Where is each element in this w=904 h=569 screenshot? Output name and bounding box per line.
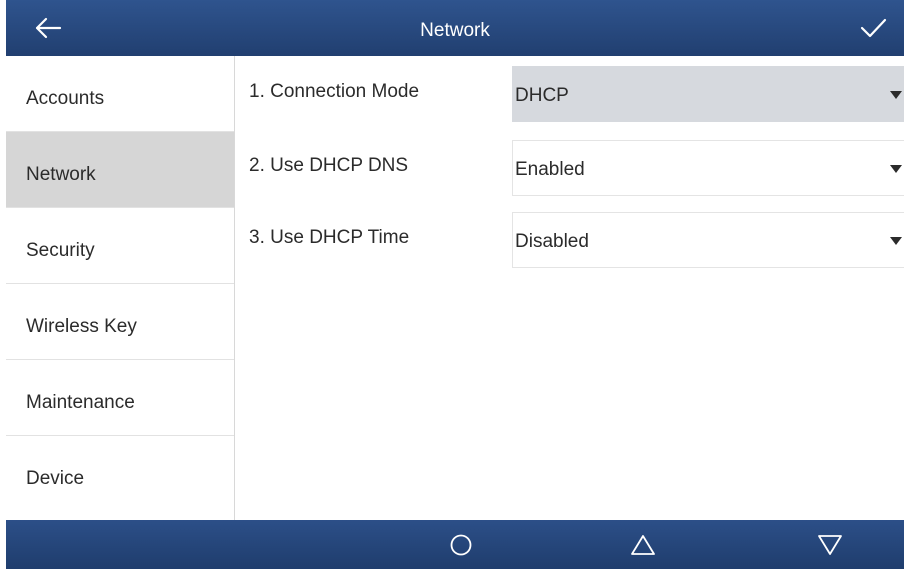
sidebar-item-accounts[interactable]: Accounts [6,56,234,132]
select-value: Enabled [515,159,585,180]
dropdown-arrow-icon [890,91,902,99]
setting-row-connection-mode: 1. Connection Mode DHCP [235,60,904,122]
use-dhcp-dns-select[interactable]: Enabled [512,140,904,196]
confirm-button[interactable] [852,8,894,48]
use-dhcp-time-select[interactable]: Disabled [512,212,904,268]
title-bar: Network [6,0,904,56]
dropdown-arrow-icon [890,237,902,245]
setting-row-use-dhcp-time: 3. Use DHCP Time Disabled [235,206,904,268]
setting-row-use-dhcp-dns: 2. Use DHCP DNS Enabled [235,134,904,196]
settings-content: 1. Connection Mode DHCP 2. Use DHCP DNS … [235,56,904,520]
setting-label: 1. Connection Mode [249,81,420,102]
sidebar-item-device[interactable]: Device [6,436,234,512]
triangle-down-icon [818,534,842,555]
circle-icon [450,534,472,555]
sidebar-item-maintenance[interactable]: Maintenance [6,360,234,436]
select-value: DHCP [515,85,569,106]
sidebar-item-security[interactable]: Security [6,208,234,284]
down-button[interactable] [802,520,858,569]
page-title: Network [420,20,490,41]
sidebar-item-network[interactable]: Network [6,132,234,208]
triangle-up-icon [631,534,655,555]
home-button[interactable] [433,520,489,569]
setting-label: 2. Use DHCP DNS [249,155,409,176]
setting-label: 3. Use DHCP Time [249,227,410,248]
up-button[interactable] [615,520,671,569]
sidebar-item-wireless-key[interactable]: Wireless Key [6,284,234,360]
dropdown-arrow-icon [890,165,902,173]
connection-mode-select[interactable]: DHCP [512,66,904,122]
select-value: Disabled [515,231,589,252]
checkmark-icon [860,18,887,38]
navigation-bar [6,520,904,569]
settings-sidebar: Accounts Network Security Wireless Key M… [6,56,235,520]
